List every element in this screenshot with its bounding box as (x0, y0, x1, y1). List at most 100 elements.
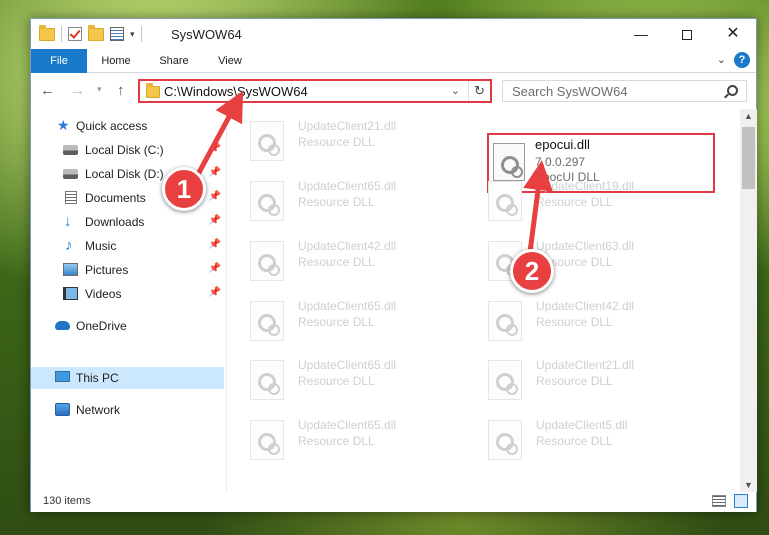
pin-icon[interactable]: 📌 (209, 215, 221, 226)
expand-ribbon-chevron-icon[interactable]: ⌄ (717, 53, 726, 66)
file-name: UpdateClient42.dll (298, 239, 397, 253)
pin-icon[interactable]: 📌 (209, 263, 221, 274)
annotation-badge-2: 2 (510, 249, 554, 293)
file-tile[interactable]: UpdateClient21.dll Resource DLL (466, 354, 696, 412)
file-tile[interactable]: UpdateClient21.dll Resource DLL (228, 115, 458, 173)
file-tile[interactable]: UpdateClient5.dll Resource DLL (466, 414, 696, 472)
file-tile[interactable]: UpdateClient65.dll Resource DLL (228, 414, 458, 472)
file-type: Resource DLL (536, 374, 613, 388)
customize-toolbar-dropdown-icon[interactable]: ▾ (130, 29, 135, 40)
dll-file-icon (250, 181, 284, 221)
refresh-icon[interactable]: ↻ (468, 81, 490, 101)
file-tile[interactable]: UpdateClient63.dll Resource DLL (466, 235, 696, 293)
close-icon: ✕ (726, 25, 740, 42)
dll-file-icon (488, 181, 522, 221)
file-type: Resource DLL (536, 195, 613, 209)
vertical-scrollbar[interactable]: ▲ ▼ (740, 109, 757, 492)
file-name: UpdateClient65.dll (298, 418, 397, 432)
file-name: epocui.dll (535, 137, 590, 152)
network-icon (55, 403, 70, 416)
pin-icon[interactable]: 📌 (209, 287, 221, 298)
tab-view[interactable]: View (207, 49, 253, 73)
address-dropdown-icon[interactable]: ⌄ (451, 84, 460, 97)
maximize-button[interactable] (664, 19, 710, 49)
dll-file-icon (250, 301, 284, 341)
dll-file-icon (250, 360, 284, 400)
dll-file-icon (250, 121, 284, 161)
navigation-bar: ← → ▾ ↑ C:\Windows\SysWOW64 ⌄ ↻ Search S… (31, 74, 756, 108)
file-tile[interactable]: UpdateClient42.dll Resource DLL (228, 235, 458, 293)
close-button[interactable]: ✕ (710, 19, 756, 49)
sidebar-item-pictures[interactable]: Pictures 📌 (31, 259, 224, 281)
sidebar-item-label: Pictures (85, 263, 129, 277)
quick-access-star-icon: ★ (57, 117, 70, 133)
sidebar-item-this-pc[interactable]: This PC (31, 367, 224, 389)
up-arrow-icon[interactable]: ↑ (117, 82, 125, 99)
downloads-icon: ↓ (64, 213, 72, 230)
drive-icon (63, 169, 78, 179)
large-icons-view-icon[interactable] (734, 494, 748, 508)
forward-arrow-icon[interactable]: → (70, 82, 85, 99)
documents-icon (65, 191, 77, 204)
address-bar[interactable]: C:\Windows\SysWOW64 ⌄ ↻ (138, 79, 492, 103)
file-tile[interactable]: UpdateClient65.dll Resource DLL (228, 295, 458, 353)
properties-icon[interactable] (110, 27, 124, 41)
file-explorer-window: ▾ SysWOW64 — ✕ File Home Share View ⌄ ? … (30, 18, 757, 512)
sidebar-item-label: OneDrive (76, 319, 127, 333)
folder-icon (146, 83, 160, 98)
maximize-icon (682, 30, 692, 41)
folder-icon (39, 24, 55, 41)
minimize-button[interactable]: — (618, 19, 664, 49)
file-type: Resource DLL (298, 374, 375, 388)
sidebar-item-label: Downloads (85, 215, 145, 229)
new-folder-icon[interactable] (88, 24, 104, 41)
onedrive-icon (55, 321, 70, 330)
sidebar-item-downloads[interactable]: ↓ Downloads 📌 (31, 211, 224, 233)
pin-icon[interactable]: 📌 (209, 191, 221, 202)
scrollbar-thumb[interactable] (742, 127, 755, 189)
recent-locations-chevron-icon[interactable]: ▾ (97, 84, 102, 95)
pin-icon[interactable]: 📌 (209, 167, 221, 178)
search-placeholder[interactable]: Search SysWOW64 (512, 84, 628, 99)
this-pc-icon (55, 371, 70, 382)
file-name: UpdateClient65.dll (298, 179, 397, 193)
search-box[interactable]: Search SysWOW64 (502, 80, 747, 102)
properties-check-icon[interactable] (68, 27, 82, 41)
sidebar-item-onedrive[interactable]: OneDrive (31, 315, 224, 337)
sidebar-item-label: This PC (76, 371, 119, 385)
drive-icon (63, 145, 78, 155)
scroll-down-icon[interactable]: ▼ (744, 480, 753, 490)
pictures-icon (63, 263, 78, 276)
search-icon[interactable] (727, 85, 738, 96)
file-tile[interactable]: UpdateClient65.dll Resource DLL (228, 175, 458, 233)
dll-file-icon (250, 241, 284, 281)
sidebar-item-videos[interactable]: Videos 📌 (31, 283, 224, 305)
address-path[interactable]: C:\Windows\SysWOW64 (164, 84, 308, 99)
sidebar-item-label: Music (85, 239, 117, 253)
videos-icon (63, 287, 78, 300)
pin-icon[interactable]: 📌 (209, 143, 221, 154)
tab-share[interactable]: Share (151, 49, 197, 73)
details-view-icon[interactable] (712, 495, 726, 507)
sidebar-item-label: Quick access (76, 119, 148, 133)
ribbon-tabs: File Home Share View ⌄ ? (31, 49, 756, 73)
file-type: Resource DLL (536, 315, 613, 329)
file-name: UpdateClient21.dll (536, 358, 635, 372)
sidebar-item-network[interactable]: Network (31, 399, 224, 421)
file-tile[interactable]: UpdateClient42.dll Resource DLL (466, 295, 696, 353)
pin-icon[interactable]: 📌 (209, 239, 221, 250)
tab-home[interactable]: Home (93, 49, 139, 73)
sidebar-item-quick-access[interactable]: ★ Quick access (31, 115, 224, 137)
file-tile[interactable]: UpdateClient19.dll Resource DLL (466, 175, 696, 233)
file-list: UpdateClient21.dll Resource DLL UpdateCl… (228, 109, 740, 492)
sidebar-item-music[interactable]: ♪ Music 📌 (31, 235, 224, 257)
sidebar-item-local-disk-c[interactable]: Local Disk (C:) 📌 (31, 139, 224, 161)
file-tile[interactable]: UpdateClient65.dll Resource DLL (228, 354, 458, 412)
tab-file[interactable]: File (31, 49, 87, 73)
help-icon[interactable]: ? (734, 52, 750, 68)
scroll-up-icon[interactable]: ▲ (744, 111, 753, 121)
file-name: UpdateClient65.dll (298, 358, 397, 372)
file-type: Resource DLL (298, 255, 375, 269)
file-name: UpdateClient5.dll (536, 418, 628, 432)
back-arrow-icon[interactable]: ← (40, 82, 55, 99)
